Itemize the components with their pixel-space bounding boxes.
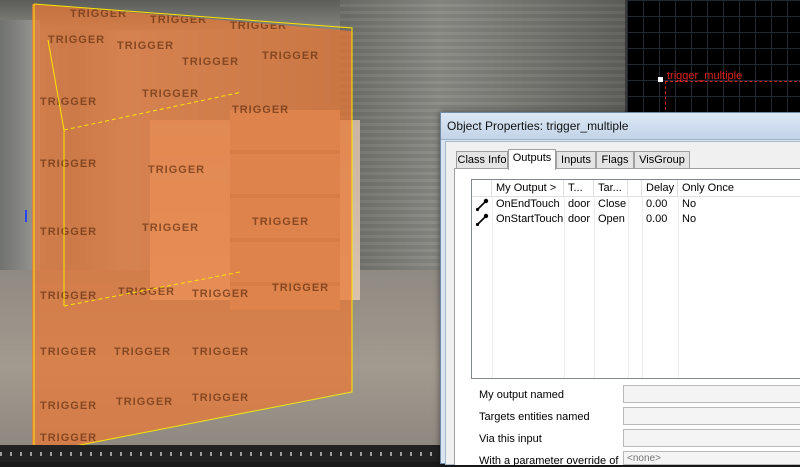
output-connection-icon: [475, 198, 489, 211]
cell-delay: 0.00: [646, 213, 668, 225]
table-row[interactable]: OnEndTouch door Close 0.00 No: [472, 197, 800, 212]
header-icon-column: [472, 180, 492, 196]
via-this-input-label: Via this input: [479, 433, 542, 445]
outputs-list[interactable]: My Output > T... Tar... Delay Only Once: [471, 179, 800, 379]
object-handle[interactable]: [658, 77, 663, 82]
output-connection-icon: [475, 213, 489, 226]
targets-entities-named-label: Targets entities named: [479, 411, 590, 423]
header-only-once[interactable]: Only Once: [678, 180, 800, 196]
cell-target: door: [568, 198, 591, 210]
object-outline-left: [665, 81, 667, 115]
parameter-override-label: With a parameter override of: [479, 455, 619, 467]
via-this-input-combo[interactable]: [623, 429, 800, 447]
my-output-named-combo[interactable]: [623, 385, 800, 403]
dialog-body: Class Info Outputs Inputs Flags VisGroup…: [445, 141, 800, 467]
cell-output: OnEndTouch: [496, 198, 560, 210]
parameter-override-combo[interactable]: <none>: [623, 451, 800, 465]
2d-grid-viewport[interactable]: trigger_multiple: [625, 0, 800, 115]
dialog-titlebar[interactable]: Object Properties: trigger_multiple: [441, 113, 800, 140]
dialog-title: Object Properties: trigger_multiple: [447, 119, 629, 133]
header-delay[interactable]: Delay: [642, 180, 678, 196]
cell-output: OnStartTouch: [496, 213, 564, 225]
header-target-input[interactable]: Tar...: [594, 180, 628, 196]
tab-class-info[interactable]: Class Info: [456, 151, 508, 169]
cell-only-once: No: [682, 198, 697, 210]
my-output-named-label: My output named: [479, 389, 564, 401]
cell-input: Close: [598, 198, 627, 210]
targets-entities-named-combo[interactable]: [623, 407, 800, 425]
tab-outputs[interactable]: Outputs: [508, 149, 556, 170]
header-target[interactable]: T...: [564, 180, 594, 196]
cell-delay: 0.00: [646, 198, 668, 210]
table-row[interactable]: OnStartTouch door Open 0.00 No: [472, 212, 800, 227]
cell-only-once: No: [682, 213, 697, 225]
tab-visgroup[interactable]: VisGroup: [634, 151, 690, 169]
cell-target: door: [568, 213, 591, 225]
object-properties-dialog: Object Properties: trigger_multiple Clas…: [440, 112, 800, 467]
cell-input: Open: [598, 213, 625, 225]
grid: [627, 0, 800, 115]
output-properties-form: My output named Targets entities named V…: [471, 385, 800, 467]
tab-inputs[interactable]: Inputs: [556, 151, 596, 169]
tab-flags[interactable]: Flags: [596, 151, 634, 169]
outputs-table-header: My Output > T... Tar... Delay Only Once: [472, 180, 800, 197]
outputs-tab-panel: My Output > T... Tar... Delay Only Once: [454, 168, 800, 467]
object-name-label: trigger_multiple: [667, 70, 743, 82]
header-spacer: [628, 180, 642, 196]
header-my-output[interactable]: My Output >: [492, 180, 564, 196]
